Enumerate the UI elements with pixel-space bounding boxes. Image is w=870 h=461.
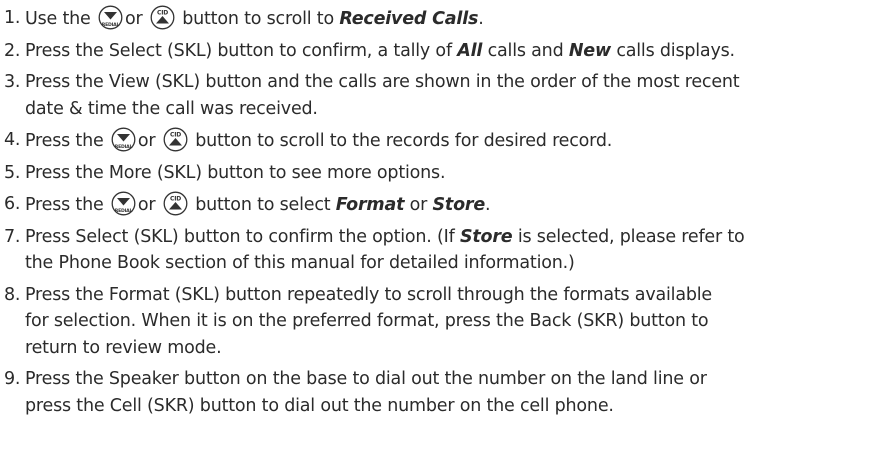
cid-up-button-icon: CID xyxy=(163,191,188,216)
step-5: 5. Press the More (SKL) button to see mo… xyxy=(0,160,870,187)
step-9: 9. Press the Speaker button on the base … xyxy=(0,366,870,419)
steps-list: 1. Use the REDIAL or CID button to scroll… xyxy=(0,5,870,419)
redial-label: REDIAL xyxy=(115,144,133,150)
step-text: . xyxy=(485,195,491,215)
redial-label: REDIAL xyxy=(102,22,120,28)
step-text: Press the xyxy=(25,131,104,151)
step-number: 4. xyxy=(4,130,21,150)
step-number: 8. xyxy=(4,284,21,305)
step-text: return to review mode. xyxy=(25,337,222,358)
emphasis-all: All xyxy=(457,40,483,61)
step-text: . xyxy=(478,9,484,29)
step-text: Press the Format (SKL) button repeatedly… xyxy=(25,284,712,305)
step-text: button to scroll to the records for desi… xyxy=(195,131,613,151)
step-text: Press the xyxy=(25,195,104,215)
step-text: calls and xyxy=(487,40,564,61)
emphasis-store: Store xyxy=(459,226,513,247)
step-2: 2. Press the Select (SKL) button to conf… xyxy=(0,38,870,65)
redial-label: REDIAL xyxy=(115,208,133,214)
step-text: Press the Select (SKL) button to confirm… xyxy=(25,40,452,61)
cid-label: CID xyxy=(157,10,168,17)
step-number: 3. xyxy=(4,72,21,92)
emphasis-new: New xyxy=(568,40,611,61)
step-7: 7. Press Select (SKL) button to confirm … xyxy=(0,224,870,277)
step-text: the Phone Book section of this manual fo… xyxy=(25,253,575,273)
cid-up-button-icon: CID xyxy=(150,5,175,30)
step-3: 3. Press the View (SKL) button and the c… xyxy=(0,69,870,122)
step-text: or xyxy=(137,131,156,151)
step-text: Press the Speaker button on the base to … xyxy=(25,369,707,389)
step-text: date & time the call was received. xyxy=(25,98,318,119)
step-text: Use the xyxy=(25,9,91,29)
step-text: or xyxy=(124,9,143,29)
step-text: Press the More (SKL) button to see more … xyxy=(25,162,446,183)
emphasis-store: Store xyxy=(432,195,486,215)
step-number: 9. xyxy=(4,369,21,389)
step-text: for selection. When it is on the preferr… xyxy=(25,311,709,331)
step-text: Press the View (SKL) button and the call… xyxy=(25,72,740,92)
step-text: button to scroll to xyxy=(182,9,334,29)
redial-down-button-icon: REDIAL xyxy=(98,5,123,30)
emphasis-received-calls: Received Calls xyxy=(339,9,479,29)
cid-label: CID xyxy=(170,132,181,139)
step-text: Press Select (SKL) button to confirm the… xyxy=(25,226,455,247)
step-number: 6. xyxy=(4,194,21,214)
redial-down-button-icon: REDIAL xyxy=(111,127,136,152)
cid-up-button-icon: CID xyxy=(163,127,188,152)
step-text: calls displays. xyxy=(616,40,735,61)
step-number: 2. xyxy=(4,40,21,61)
step-text: or xyxy=(137,195,156,215)
step-4: 4. Press the REDIAL or CID button to scro… xyxy=(0,127,870,155)
redial-down-button-icon: REDIAL xyxy=(111,191,136,216)
step-text: press the Cell (SKR) button to dial out … xyxy=(25,395,614,416)
cid-label: CID xyxy=(170,196,181,203)
step-number: 5. xyxy=(4,162,21,183)
step-number: 1. xyxy=(4,8,21,28)
emphasis-format: Format xyxy=(335,195,405,215)
step-number: 7. xyxy=(4,226,21,247)
step-1: 1. Use the REDIAL or CID button to scroll… xyxy=(0,5,870,33)
step-text: button to select xyxy=(195,195,331,215)
step-8: 8. Press the Format (SKL) button repeate… xyxy=(0,282,870,362)
step-text: or xyxy=(409,195,428,215)
step-text: is selected, please refer to xyxy=(517,226,745,247)
step-line: Press Select (SKL) button to confirm the… xyxy=(25,224,870,251)
instruction-page: 1. Use the REDIAL or CID button to scroll… xyxy=(0,0,870,461)
step-6: 6. Press the REDIAL or CID button to sele… xyxy=(0,191,870,219)
